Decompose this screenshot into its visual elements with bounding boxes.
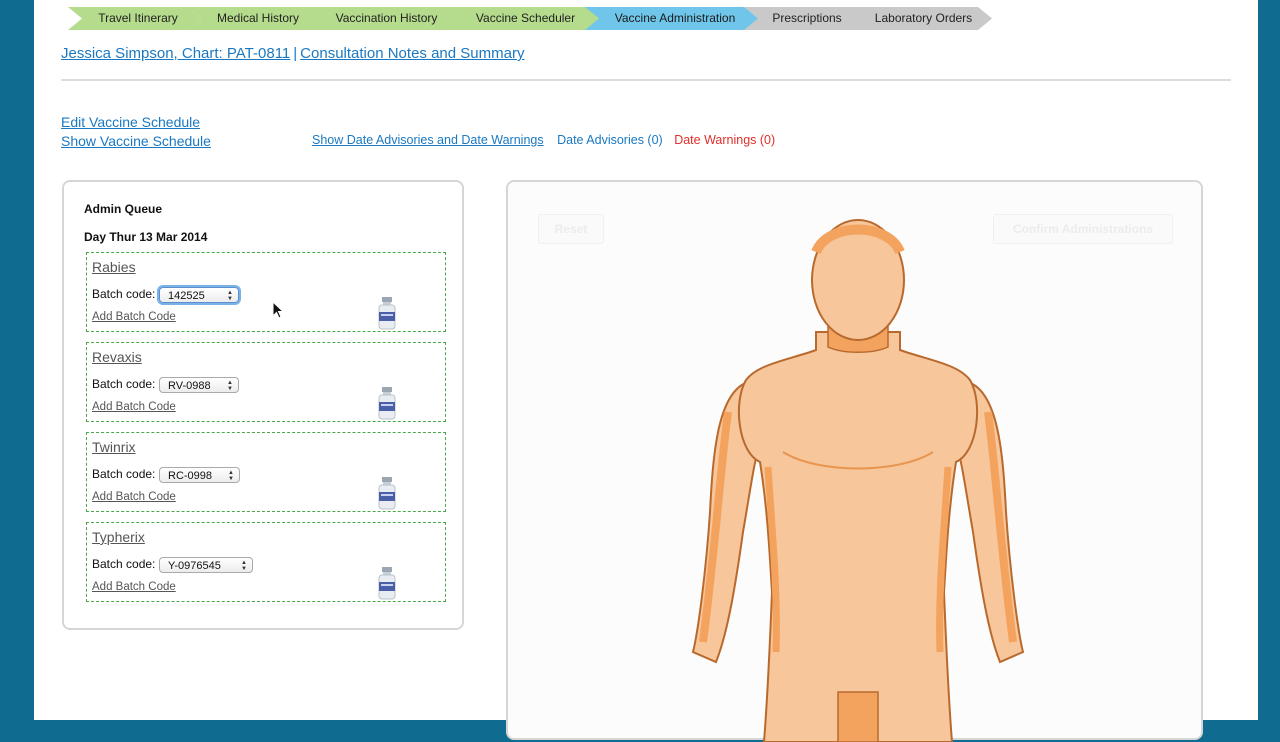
vaccine-name-link[interactable]: Twinrix	[92, 439, 136, 455]
vaccine-card-revaxis: Revaxis Batch code: RV-0988 ▲ ▼ Add Batch …	[86, 342, 446, 422]
step-label: Travel Itinerary	[98, 11, 178, 25]
add-batch-code-link[interactable]: Add Batch Code	[92, 311, 176, 323]
step-label: Vaccine Scheduler	[475, 11, 576, 25]
date-warnings-count: Date Warnings (0)	[674, 133, 776, 147]
patient-chart-link[interactable]: Jessica Simpson, Chart: PAT-0811	[61, 45, 290, 62]
edit-vaccine-schedule-link[interactable]: Edit Vaccine Schedule	[61, 113, 211, 132]
add-batch-code-link[interactable]: Add Batch Code	[92, 401, 176, 413]
batch-code-label: Batch code:	[92, 377, 156, 391]
advisories-bar: Show Date Advisories and Date Warnings D…	[312, 133, 775, 147]
vaccine-card-typherix: Typherix Batch code: Y-0976545 ▲ ▼ Add Bat…	[86, 522, 446, 602]
date-advisories-count: Date Advisories (0)	[557, 133, 663, 147]
batch-code-value: 142525	[168, 290, 205, 302]
header-separator: |	[293, 45, 298, 62]
schedule-links: Edit Vaccine Schedule Show Vaccine Sched…	[61, 113, 211, 151]
batch-code-label: Batch code:	[92, 557, 156, 571]
human-body-diagram[interactable]	[688, 212, 1028, 742]
batch-code-label: Batch code:	[92, 287, 156, 301]
mouse-cursor-icon	[272, 301, 284, 319]
vaccine-vial-icon[interactable]	[377, 477, 397, 511]
step-vaccination-history[interactable]: Vaccination History	[307, 7, 460, 30]
admin-queue-panel: Admin Queue Day Thur 13 Mar 2014 Rabies …	[62, 180, 464, 630]
reset-button[interactable]: Reset	[538, 214, 604, 244]
admin-queue-title: Admin Queue	[84, 202, 163, 216]
add-batch-code-link[interactable]: Add Batch Code	[92, 581, 176, 593]
batch-code-label: Batch code:	[92, 467, 156, 481]
batch-code-value: Y-0976545	[168, 560, 221, 572]
batch-code-value: RV-0988	[168, 380, 211, 392]
select-arrows-icon: ▲ ▼	[227, 290, 233, 302]
step-travel-itinerary[interactable]: Travel Itinerary	[68, 7, 202, 30]
step-label: Vaccination History	[335, 11, 438, 25]
batch-code-select[interactable]: RC-0998 ▲ ▼	[159, 467, 240, 483]
step-label: Medical History	[216, 11, 300, 25]
step-prescriptions[interactable]: Prescriptions	[744, 7, 864, 30]
batch-code-select[interactable]: RV-0988 ▲ ▼	[159, 377, 239, 393]
batch-code-select[interactable]: 142525 ▲ ▼	[159, 287, 239, 303]
vaccine-name-link[interactable]: Typherix	[92, 529, 145, 545]
queue-day-heading: Day Thur 13 Mar 2014	[84, 230, 208, 244]
show-advisories-link[interactable]: Show Date Advisories and Date Warnings	[312, 133, 544, 147]
batch-code-value: RC-0998	[168, 470, 213, 482]
vaccine-card-twinrix: Twinrix Batch code: RC-0998 ▲ ▼ Add Batch …	[86, 432, 446, 512]
vaccine-name-link[interactable]: Rabies	[92, 259, 136, 275]
step-vaccine-administration[interactable]: Vaccine Administration	[585, 7, 759, 30]
step-label: Vaccine Administration	[614, 11, 736, 25]
add-batch-code-link[interactable]: Add Batch Code	[92, 491, 176, 503]
show-vaccine-schedule-link[interactable]: Show Vaccine Schedule	[61, 132, 211, 151]
select-arrows-icon: ▲ ▼	[228, 470, 234, 482]
header-divider	[61, 79, 1231, 81]
patient-header: Jessica Simpson, Chart: PAT-0811 | Consult…	[61, 45, 524, 62]
groin	[837, 691, 879, 742]
consultation-notes-link[interactable]: Consultation Notes and Summary	[300, 45, 524, 62]
step-label: Laboratory Orders	[874, 11, 973, 25]
step-laboratory-orders[interactable]: Laboratory Orders	[849, 7, 992, 30]
vaccine-vial-icon[interactable]	[377, 567, 397, 601]
body-map-panel: Reset Confirm Administrations	[506, 180, 1203, 742]
vaccine-vial-icon[interactable]	[377, 297, 397, 331]
step-vaccine-scheduler[interactable]: Vaccine Scheduler	[445, 7, 600, 30]
step-medical-history[interactable]: Medical History	[188, 7, 322, 30]
vaccine-card-rabies: Rabies Batch code: 142525 ▲ ▼ Add Batch Co…	[86, 252, 446, 332]
select-arrows-icon: ▲ ▼	[227, 380, 233, 392]
select-arrows-icon: ▲ ▼	[241, 560, 247, 572]
step-label: Prescriptions	[772, 11, 842, 25]
vaccine-name-link[interactable]: Revaxis	[92, 349, 142, 365]
vaccine-vial-icon[interactable]	[377, 387, 397, 421]
batch-code-select[interactable]: Y-0976545 ▲ ▼	[159, 557, 253, 573]
